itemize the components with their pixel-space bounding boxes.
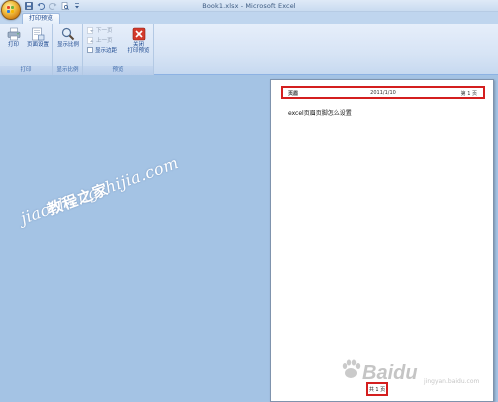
print-group: 打印 页面设置 打印 xyxy=(0,24,53,75)
baidu-watermark-sub: jingyan.baidu.com xyxy=(424,378,480,385)
next-page-label: 下一页 xyxy=(96,28,113,34)
baidu-watermark-text: Baidu xyxy=(362,362,418,384)
preview-page: 页眉 2011/1/10 第 1 页 excel页眉页脚怎么设置 共 1 页 xyxy=(270,79,494,402)
page-setup-button[interactable]: 页面设置 xyxy=(25,26,51,56)
zoom-group-label: 显示比例 xyxy=(53,66,82,75)
zoom-group: 显示比例 显示比例 xyxy=(53,24,83,75)
zoom-button[interactable]: 显示比例 xyxy=(55,26,81,56)
show-margins-checkbox[interactable]: 显示边距 xyxy=(87,46,117,54)
header-right-text: 第 1 页 xyxy=(460,91,477,97)
print-button[interactable]: 打印 xyxy=(3,26,24,56)
title-bar: Book1.xlsx - Microsoft Excel xyxy=(0,0,498,12)
zoom-button-label: 显示比例 xyxy=(56,42,79,48)
checkbox-box[interactable] xyxy=(87,47,93,53)
previous-page-label: 上一页 xyxy=(96,38,113,44)
printer-icon xyxy=(7,27,21,41)
previous-page-button[interactable]: 上一页 xyxy=(87,36,113,44)
window-title: Book1.xlsx - Microsoft Excel xyxy=(202,2,296,10)
print-group-label: 打印 xyxy=(0,66,52,75)
office-logo-icon xyxy=(7,6,15,14)
close-preview-button[interactable]: 关闭 打印预览 xyxy=(125,26,152,56)
baidu-paw-icon xyxy=(342,359,361,378)
preview-group: 下一页 上一页 显示边距 关闭 打印预览 预览 xyxy=(83,24,154,75)
previous-page-icon xyxy=(87,36,94,44)
close-preview-icon xyxy=(132,27,146,41)
office-button[interactable] xyxy=(1,0,21,20)
cell-content: excel页眉页脚怎么设置 xyxy=(288,110,352,117)
magnifier-icon xyxy=(61,27,75,41)
page-header-highlight: 页眉 2011/1/10 第 1 页 xyxy=(281,86,485,99)
page-setup-button-label: 页面设置 xyxy=(26,42,49,48)
show-margins-label: 显示边距 xyxy=(95,48,118,54)
tab-print-preview[interactable]: 打印预览 xyxy=(22,13,61,24)
next-page-button[interactable]: 下一页 xyxy=(87,26,113,34)
next-page-icon xyxy=(87,26,94,34)
preview-group-label: 预览 xyxy=(83,66,153,75)
baidu-watermark: Baidu jingyan.baidu.com xyxy=(340,356,490,394)
ribbon: 打印 页面设置 打印 显示比例 显示比例 下一页 上一页 显示边距 关闭 打印预… xyxy=(0,24,498,75)
site-watermark-cn: 教程之家 xyxy=(44,179,111,219)
ribbon-tab-strip: 打印预览 xyxy=(0,12,498,24)
print-button-label: 打印 xyxy=(7,42,19,48)
close-preview-label-2: 打印预览 xyxy=(127,48,150,54)
page-setup-icon xyxy=(31,27,45,41)
header-center-text: 2011/1/10 xyxy=(370,90,396,96)
